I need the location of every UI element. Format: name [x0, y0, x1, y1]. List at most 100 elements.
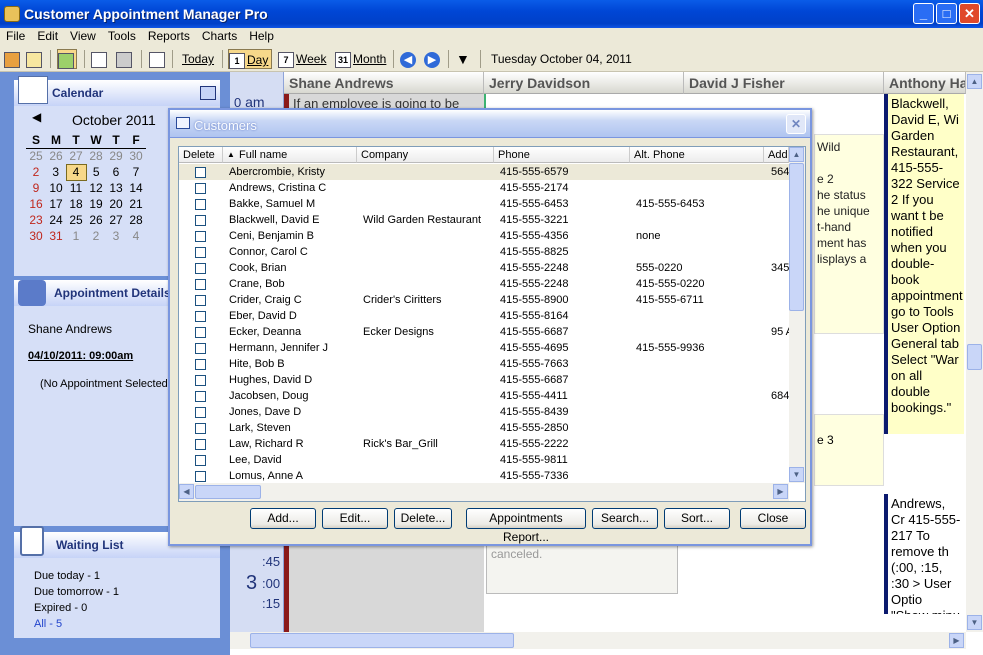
table-row[interactable]: Crider, Craig C Crider's Ciritters 415-555…	[179, 292, 789, 308]
note-jerry-3[interactable]: e 3	[814, 414, 884, 486]
delete-checkbox[interactable]	[195, 391, 206, 402]
calendar-day[interactable]: 13	[106, 180, 126, 196]
table-row[interactable]: Bakke, Samuel M 415-555-6453 415-555-6453	[179, 196, 789, 212]
calendar-day[interactable]: 25	[66, 212, 86, 228]
binoculars-icon[interactable]	[116, 49, 134, 69]
minimize-button[interactable]: _	[913, 3, 934, 24]
delete-checkbox[interactable]	[195, 359, 206, 370]
calendar-day[interactable]: 17	[46, 196, 66, 212]
column-shane-andrews[interactable]: Shane Andrews	[284, 72, 484, 94]
header-company[interactable]: Company	[357, 147, 494, 163]
schedule-vscroll[interactable]: ▲ ▼	[966, 72, 983, 632]
menu-edit[interactable]: Edit	[31, 28, 64, 43]
header-full-name[interactable]: ▲ Full name	[223, 147, 357, 163]
note-anthony-1[interactable]: Blackwell, David E, Wi Garden Restaurant…	[888, 94, 964, 434]
calendar-day[interactable]: 30	[126, 148, 146, 164]
header-address[interactable]: Addr	[764, 147, 789, 163]
table-row[interactable]: Blackwell, David E Wild Garden Restaurant…	[179, 212, 789, 228]
table-row[interactable]: Abercrombie, Kristy 415-555-6579 5647	[179, 164, 795, 180]
calendar-day[interactable]: 24	[46, 212, 66, 228]
delete-checkbox[interactable]	[195, 423, 206, 434]
calendar-day[interactable]: 30	[26, 228, 46, 244]
prev-month-icon[interactable]: ◀	[32, 110, 41, 124]
schedule-hscroll[interactable]: ▶	[230, 632, 966, 649]
menu-reports[interactable]: Reports	[142, 28, 196, 43]
search-button[interactable]: Search...	[592, 508, 658, 529]
table-row[interactable]: Cook, Brian 415-555-2248 555-0220 345 (	[179, 260, 796, 276]
appt-datetime[interactable]: 04/10/2011: 09:00am	[28, 350, 133, 362]
table-row[interactable]: Hermann, Jennifer J 415-555-4695 415-555-9…	[179, 340, 789, 356]
delete-checkbox[interactable]	[195, 167, 206, 178]
menu-view[interactable]: View	[64, 28, 102, 43]
dialog-close-icon[interactable]: ✕	[786, 114, 806, 134]
table-row[interactable]: Lark, Steven 415-555-2850	[179, 420, 789, 436]
calendar-day[interactable]: 14	[126, 180, 146, 196]
table-row[interactable]: Hughes, David D 415-555-6687	[179, 372, 789, 388]
calendar-day[interactable]: 1	[66, 228, 86, 244]
table-row[interactable]: Lee, David 415-555-9811	[179, 452, 789, 468]
delete-button[interactable]: Delete...	[394, 508, 452, 529]
column-david-fisher[interactable]: David J Fisher	[684, 72, 884, 94]
calendar-day[interactable]: 19	[86, 196, 106, 212]
dialog-close-button[interactable]: Close	[740, 508, 806, 529]
calendar-day[interactable]: 10	[46, 180, 66, 196]
calendar-day[interactable]: 31	[46, 228, 66, 244]
calendar-day[interactable]: 5	[86, 164, 106, 180]
grid-vscroll[interactable]: ▲ ▼	[789, 147, 805, 483]
delete-checkbox[interactable]	[195, 375, 206, 386]
delete-checkbox[interactable]	[195, 439, 206, 450]
back-arrow-icon[interactable]: ◀	[400, 49, 416, 69]
contact-card-icon[interactable]	[26, 49, 44, 69]
calendar-day[interactable]: 16	[26, 196, 46, 212]
calendar-day[interactable]: 29	[106, 148, 126, 164]
calendar-day[interactable]: 21	[126, 196, 146, 212]
table-row[interactable]: Lomus, Anne A 415-555-7336	[179, 468, 789, 484]
collapse-icon[interactable]	[200, 86, 216, 100]
table-row[interactable]: Law, Richard R Rick's Bar_Grill 415-555-22…	[179, 436, 789, 452]
menu-file[interactable]: File	[0, 28, 31, 43]
delete-checkbox[interactable]	[195, 231, 206, 242]
calendar-day[interactable]: 18	[66, 196, 86, 212]
add-button[interactable]: Add...	[250, 508, 316, 529]
calendar-day[interactable]: 26	[86, 212, 106, 228]
delete-checkbox[interactable]	[195, 183, 206, 194]
calendar-day[interactable]: 23	[26, 212, 46, 228]
appointments-icon[interactable]	[57, 49, 77, 69]
note-anthony-2[interactable]: Andrews, Cr 415-555-217 To remove th (:0…	[888, 494, 964, 614]
table-row[interactable]: Ecker, Deanna Ecker Designs 415-555-6687 95…	[179, 324, 797, 340]
calendar-day[interactable]: 2	[86, 228, 106, 244]
expired[interactable]: Expired - 0	[34, 600, 119, 616]
menu-help[interactable]: Help	[243, 28, 280, 43]
calendar-day[interactable]: 12	[86, 180, 106, 196]
calendar-day[interactable]: 27	[106, 212, 126, 228]
delete-checkbox[interactable]	[195, 311, 206, 322]
calendar-day[interactable]: 6	[106, 164, 126, 180]
calendar-day[interactable]: 4	[65, 163, 87, 181]
sort-button[interactable]: Sort...	[664, 508, 730, 529]
delete-checkbox[interactable]	[195, 407, 206, 418]
month-view-button[interactable]: 31 Month	[335, 49, 386, 69]
edit-button[interactable]: Edit...	[322, 508, 388, 529]
delete-checkbox[interactable]	[195, 471, 206, 482]
preview-icon[interactable]	[91, 49, 109, 69]
calendar-day[interactable]: 25	[26, 148, 46, 164]
delete-checkbox[interactable]	[195, 295, 206, 306]
delete-checkbox[interactable]	[195, 327, 206, 338]
calendar-day[interactable]: 11	[66, 180, 86, 196]
table-row[interactable]: Hite, Bob B 415-555-7663	[179, 356, 789, 372]
calendar-day[interactable]: 7	[126, 164, 146, 180]
menu-tools[interactable]: Tools	[102, 28, 142, 43]
calendar-day[interactable]: 28	[126, 212, 146, 228]
table-row[interactable]: Connor, Carol C 415-555-8825	[179, 244, 789, 260]
maximize-button[interactable]: □	[936, 3, 957, 24]
table-row[interactable]: Ceni, Benjamin B 415-555-4356 none	[179, 228, 789, 244]
calendar-day[interactable]: 3	[106, 228, 126, 244]
calendar-day[interactable]: 2	[26, 164, 46, 180]
grid-hscroll[interactable]: ◀ ▶	[179, 483, 789, 501]
calendar-day[interactable]: 27	[66, 148, 86, 164]
appointments-report-button[interactable]: Appointments Report...	[466, 508, 586, 544]
header-delete[interactable]: Delete	[179, 147, 223, 163]
forward-arrow-icon[interactable]: ▶	[424, 49, 440, 69]
column-anthony[interactable]: Anthony Ha	[884, 72, 966, 94]
week-view-button[interactable]: 7 Week	[278, 49, 326, 69]
